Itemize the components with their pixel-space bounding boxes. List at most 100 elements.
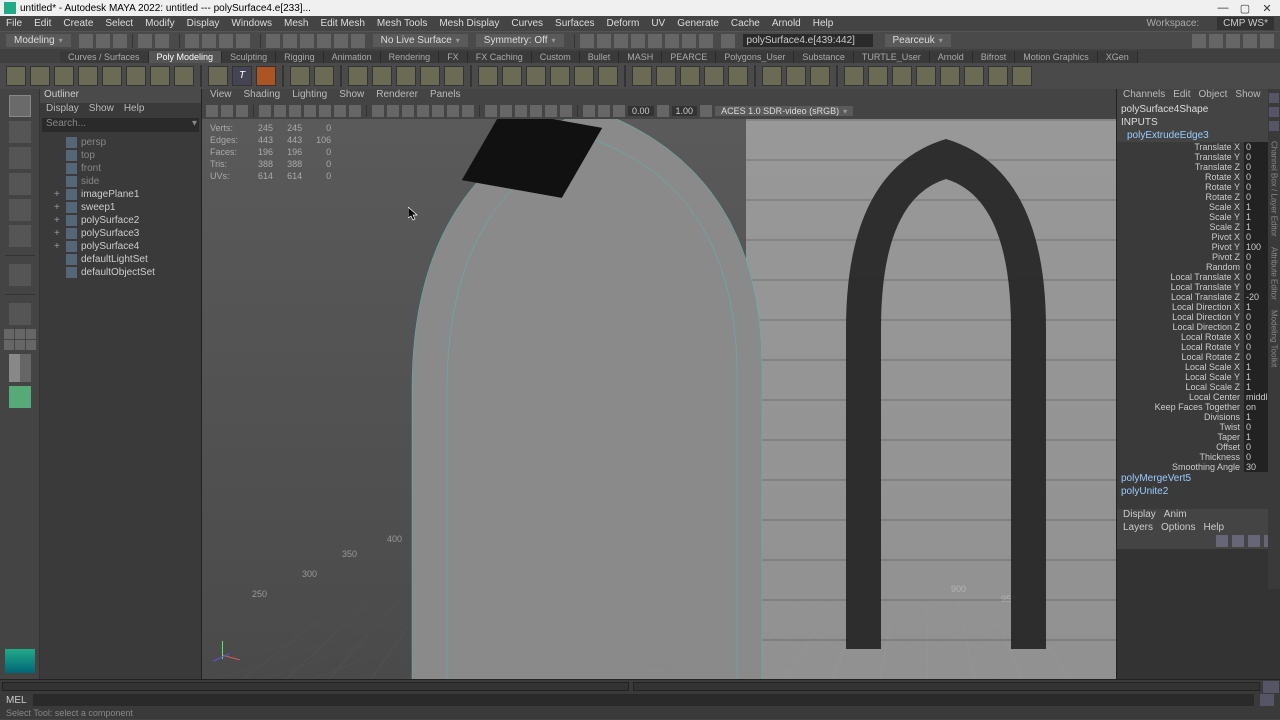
shelf-icon[interactable]: [478, 66, 498, 86]
outliner-menu-help[interactable]: Help: [124, 103, 145, 116]
workspace-dropdown[interactable]: CMP WS*: [1217, 17, 1274, 30]
render-icon[interactable]: [682, 34, 696, 48]
shelf-icon[interactable]: [150, 66, 170, 86]
cb-attr-row[interactable]: Taper1: [1117, 432, 1280, 442]
cb-attr-row[interactable]: Offset0: [1117, 442, 1280, 452]
vp-menu-view[interactable]: View: [210, 89, 232, 103]
layer-icon[interactable]: [1232, 535, 1244, 547]
shelf-tab-polymodeling[interactable]: Poly Modeling: [149, 51, 223, 63]
lasso-tool-icon[interactable]: [9, 121, 31, 143]
vp-icon[interactable]: [530, 105, 542, 117]
sel-icon[interactable]: [721, 34, 735, 48]
open-scene-icon[interactable]: [96, 34, 110, 48]
layers-menu-options[interactable]: Options: [1161, 522, 1195, 535]
panel-icon[interactable]: [1209, 34, 1223, 48]
render-icon[interactable]: [699, 34, 713, 48]
outliner-menu-display[interactable]: Display: [46, 103, 79, 116]
last-tool-icon[interactable]: [9, 264, 31, 286]
sidetab-label[interactable]: Attribute Editor: [1270, 247, 1279, 300]
shelf-icon[interactable]: [314, 66, 334, 86]
vp-icon[interactable]: [583, 105, 595, 117]
selmask-icon[interactable]: [202, 34, 216, 48]
shelf-tab[interactable]: Bullet: [580, 51, 620, 63]
vp-icon[interactable]: [545, 105, 557, 117]
menu-uv[interactable]: UV: [651, 18, 665, 29]
cb-attr-row[interactable]: Scale Z1: [1117, 222, 1280, 232]
shelf-icon[interactable]: [868, 66, 888, 86]
layout-icon[interactable]: [9, 354, 31, 382]
undo-icon[interactable]: [138, 34, 152, 48]
outliner-node[interactable]: +polySurface3: [40, 227, 201, 240]
cb-history-node[interactable]: polyUnite2: [1117, 485, 1280, 498]
shelf-tab[interactable]: PEARCE: [662, 51, 716, 63]
viewcube-icon[interactable]: [9, 303, 31, 325]
render-icon[interactable]: [665, 34, 679, 48]
snap-icon[interactable]: [317, 34, 331, 48]
cb-attr-row[interactable]: Local Scale Y1: [1117, 372, 1280, 382]
cb-menu-object[interactable]: Object: [1199, 89, 1228, 103]
menu-modify[interactable]: Modify: [145, 18, 174, 29]
cb-menu-show[interactable]: Show: [1235, 89, 1260, 103]
shelf-tab[interactable]: XGen: [1098, 51, 1138, 63]
cb-shape-name[interactable]: polySurface4Shape: [1117, 103, 1280, 116]
shelf-icon[interactable]: [256, 66, 276, 86]
menu-cache[interactable]: Cache: [731, 18, 760, 29]
layers-tab-display[interactable]: Display: [1123, 509, 1156, 522]
cb-attr-row[interactable]: Local Direction Z0: [1117, 322, 1280, 332]
cb-history-node[interactable]: polyMergeVert5: [1117, 472, 1280, 485]
vp-icon[interactable]: [387, 105, 399, 117]
layers-menu-layers[interactable]: Layers: [1123, 522, 1153, 535]
vp-icon[interactable]: [432, 105, 444, 117]
scale-tool-icon[interactable]: [9, 225, 31, 247]
shelf-icon[interactable]: [728, 66, 748, 86]
shelf-icon[interactable]: [348, 66, 368, 86]
vp-icon[interactable]: [598, 105, 610, 117]
vp-icon[interactable]: [700, 105, 712, 117]
shelf-tab[interactable]: Rigging: [276, 51, 324, 63]
shelf-icon[interactable]: [940, 66, 960, 86]
menu-display[interactable]: Display: [187, 18, 220, 29]
outliner-node[interactable]: front: [40, 162, 201, 175]
snap-icon[interactable]: [266, 34, 280, 48]
shelf-icon[interactable]: [290, 66, 310, 86]
shelf-tab[interactable]: Rendering: [381, 51, 440, 63]
menu-meshtools[interactable]: Mesh Tools: [377, 18, 427, 29]
shelf-icon[interactable]: [574, 66, 594, 86]
cb-attr-row[interactable]: Smoothing Angle30: [1117, 462, 1280, 472]
cb-node-name[interactable]: polyExtrudeEdge3: [1117, 129, 1280, 142]
shelf-tab[interactable]: FX Caching: [468, 51, 532, 63]
sidetab-label[interactable]: Channel Box / Layer Editor: [1270, 141, 1279, 237]
cb-attr-row[interactable]: Local Centermiddle: [1117, 392, 1280, 402]
colorspace-dropdown[interactable]: ACES 1.0 SDR-video (sRGB): [715, 106, 853, 116]
shelf-icon[interactable]: [6, 66, 26, 86]
script-editor-icon[interactable]: [1260, 694, 1274, 706]
layers-menu-help[interactable]: Help: [1203, 522, 1224, 535]
minimize-button[interactable]: —: [1214, 1, 1232, 15]
layer-icon[interactable]: [1248, 535, 1260, 547]
shelf-icon[interactable]: [964, 66, 984, 86]
shelf-icon[interactable]: [444, 66, 464, 86]
vp-icon[interactable]: [515, 105, 527, 117]
shelf-icon[interactable]: [550, 66, 570, 86]
outliner-node[interactable]: +polySurface2: [40, 214, 201, 227]
layers-tab-anim[interactable]: Anim: [1164, 509, 1187, 522]
vp-icon[interactable]: [447, 105, 459, 117]
outliner-node[interactable]: +polySurface4: [40, 240, 201, 253]
cb-attr-row[interactable]: Local Translate Y0: [1117, 282, 1280, 292]
vp-icon[interactable]: [402, 105, 414, 117]
shelf-tab[interactable]: Custom: [532, 51, 580, 63]
vp-menu-shading[interactable]: Shading: [244, 89, 281, 103]
cb-attr-row[interactable]: Scale X1: [1117, 202, 1280, 212]
shelf-icon[interactable]: T: [232, 66, 252, 86]
shelf-icon[interactable]: [844, 66, 864, 86]
vp-icon[interactable]: [206, 105, 218, 117]
vp-icon[interactable]: [613, 105, 625, 117]
vp-icon[interactable]: [221, 105, 233, 117]
maximize-button[interactable]: ▢: [1236, 1, 1254, 15]
shelf-tab[interactable]: Sculpting: [222, 51, 276, 63]
vp-icon[interactable]: [657, 105, 669, 117]
menuset-dropdown[interactable]: Modeling: [6, 34, 71, 47]
shelf-icon[interactable]: [372, 66, 392, 86]
outliner-node[interactable]: +sweep1: [40, 201, 201, 214]
shelf-tab[interactable]: Motion Graphics: [1015, 51, 1098, 63]
